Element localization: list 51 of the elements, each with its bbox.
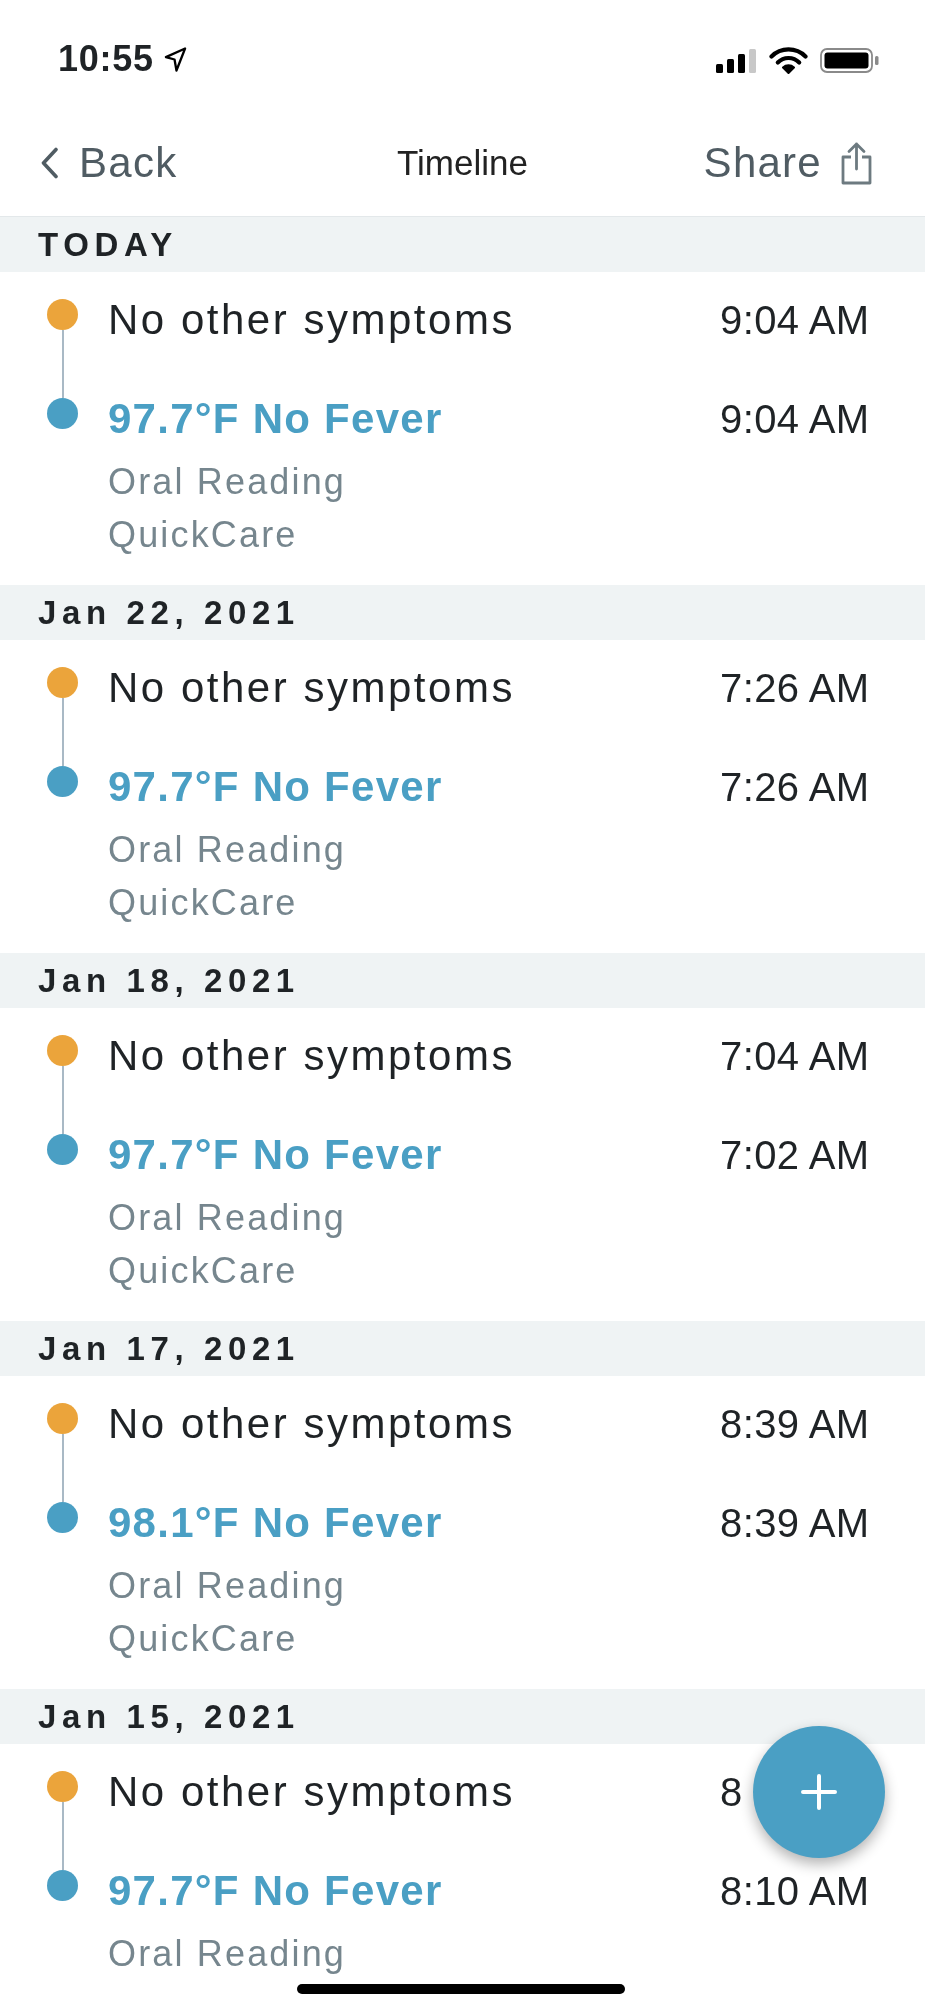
reading-detail: Oral Reading	[108, 828, 347, 872]
share-button[interactable]: Share	[703, 138, 873, 188]
symptom-text: No other symptoms	[108, 1032, 515, 1080]
date-header: Jan 15, 2021	[0, 1689, 925, 1744]
share-icon	[840, 141, 873, 185]
event-time: 7:26 AM	[720, 764, 870, 811]
timeline-connector	[61, 1802, 64, 1870]
symptom-text: No other symptoms	[108, 296, 515, 344]
signal-icon	[716, 48, 757, 73]
symptom-text: No other symptoms	[108, 1400, 515, 1448]
reading-detail: QuickCare	[108, 881, 298, 925]
symptom-text: No other symptoms	[108, 1768, 515, 1816]
plus-icon	[801, 1774, 837, 1810]
wifi-icon	[769, 47, 808, 74]
reading-detail: QuickCare	[108, 1617, 298, 1661]
temperature-reading: 97.7°F No Fever	[108, 1867, 443, 1915]
reading-detail: Oral Reading	[108, 1196, 347, 1240]
back-button[interactable]: Back	[40, 138, 178, 188]
event-time: 9:04 AM	[720, 297, 870, 344]
event-time: 7:26 AM	[720, 665, 870, 712]
date-header: TODAY	[0, 217, 925, 272]
event-time: 8:39 AM	[720, 1500, 870, 1547]
event-time: 8:39 AM	[720, 1401, 870, 1448]
timeline-connector	[61, 330, 64, 398]
event-time: 8	[720, 1769, 743, 1816]
date-header: Jan 22, 2021	[0, 585, 925, 640]
reading-detail: QuickCare	[108, 513, 298, 557]
chevron-left-icon	[40, 147, 59, 179]
reading-detail: Oral Reading	[108, 1564, 347, 1608]
date-header: Jan 17, 2021	[0, 1321, 925, 1376]
temperature-reading: 97.7°F No Fever	[108, 395, 443, 443]
event-time: 7:04 AM	[720, 1033, 870, 1080]
battery-icon	[820, 48, 879, 73]
timeline-connector	[61, 1434, 64, 1502]
reading-detail: Oral Reading	[108, 1932, 347, 1976]
timeline-connector	[61, 698, 64, 766]
temperature-reading: 97.7°F No Fever	[108, 1131, 443, 1179]
symptom-text: No other symptoms	[108, 664, 515, 712]
reading-detail: QuickCare	[108, 1249, 298, 1293]
timeline-connector	[61, 1066, 64, 1134]
temperature-reading: 98.1°F No Fever	[108, 1499, 443, 1547]
date-header: Jan 18, 2021	[0, 953, 925, 1008]
status-time: 10:55	[58, 38, 154, 80]
event-time: 9:04 AM	[720, 396, 870, 443]
location-arrow-icon	[163, 45, 187, 73]
event-time: 8:10 AM	[720, 1868, 870, 1915]
temperature-reading: 97.7°F No Fever	[108, 763, 443, 811]
screen-title: Timeline	[397, 142, 528, 184]
event-time: 7:02 AM	[720, 1132, 870, 1179]
add-button[interactable]	[753, 1726, 885, 1858]
reading-detail: Oral Reading	[108, 460, 347, 504]
